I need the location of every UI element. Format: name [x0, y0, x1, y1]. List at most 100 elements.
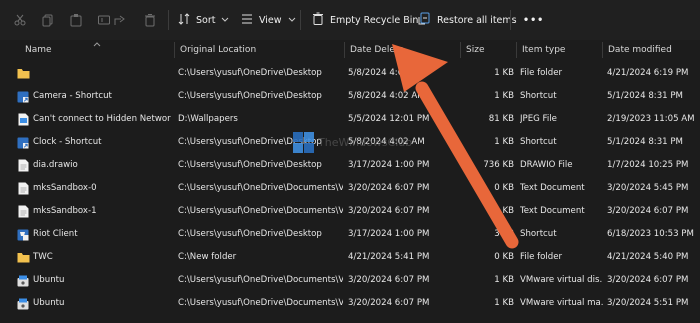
- sort-label: Sort: [196, 14, 216, 26]
- cut-icon[interactable]: [10, 10, 30, 30]
- file-size: 81 KB: [488, 114, 514, 124]
- file-size: 1 KB: [494, 275, 514, 285]
- item-type: Shortcut: [520, 229, 557, 239]
- date-modified: 3/20/2024 6:07 PM: [607, 275, 689, 285]
- file-name: [33, 62, 171, 85]
- table-row[interactable]: mksSandbox-1 C:\Users\yusuf\OneDrive\Docu…: [0, 200, 700, 223]
- original-location: C:\Users\yusuf\OneDrive\Documents\Virt..…: [178, 206, 343, 216]
- file-size: 1 KB: [494, 68, 514, 78]
- document-icon: [16, 200, 30, 223]
- chevron-down-icon: [288, 15, 296, 26]
- empty-recycle-bin-label: Empty Recycle Bin: [330, 14, 419, 26]
- item-type: Shortcut: [520, 91, 557, 101]
- table-row[interactable]: C:\Users\yusuf\OneDrive\Desktop 5/8/2024 …: [0, 62, 700, 85]
- date-modified: 1/7/2024 10:25 PM: [607, 160, 689, 170]
- delete-icon[interactable]: [140, 10, 160, 30]
- column-header-item-type[interactable]: Item type: [516, 40, 602, 60]
- sort-icon: [178, 12, 190, 28]
- sort-button[interactable]: Sort: [178, 9, 229, 31]
- date-modified: 6/18/2023 10:53 PM: [607, 229, 694, 239]
- date-deleted: 4/21/2024 5:41 PM: [348, 252, 430, 262]
- restore-all-items-label: Restore all items: [437, 14, 517, 26]
- file-size: 3 KB: [494, 229, 514, 239]
- column-header-size[interactable]: Size: [460, 40, 516, 60]
- command-bar: Sort View Empty Recycle Bin Restore all …: [0, 0, 700, 41]
- date-modified: 2/19/2023 11:05 AM: [607, 114, 695, 124]
- more-icon: •••: [523, 14, 545, 26]
- table-row[interactable]: Ubuntu C:\Users\yusuf\OneDrive\Documents\…: [0, 269, 700, 292]
- view-label: View: [259, 14, 282, 26]
- file-name: Clock - Shortcut: [33, 137, 102, 147]
- view-icon: [241, 13, 253, 28]
- original-location: C:\New folder: [178, 252, 237, 262]
- item-type: Shortcut: [520, 137, 557, 147]
- empty-recycle-bin-button[interactable]: Empty Recycle Bin: [312, 9, 418, 31]
- item-type: JPEG File: [520, 114, 557, 124]
- date-deleted: 5/8/2024 4:02 AM: [348, 91, 425, 101]
- file-name: Ubuntu: [33, 275, 65, 285]
- folder-icon: [16, 62, 30, 85]
- column-header-row: Name Original Location Date Delete Size …: [0, 40, 700, 60]
- item-type: File folder: [520, 252, 563, 262]
- copy-icon[interactable]: [38, 10, 58, 30]
- file-name: dia.drawio: [33, 160, 78, 170]
- file-name: Can't connect to Hidden Network: [33, 114, 171, 124]
- file-size: 70 KB: [488, 206, 514, 216]
- file-size: 0 KB: [494, 183, 514, 193]
- file-size: 1 KB: [494, 91, 514, 101]
- table-row[interactable]: Can't connect to Hidden Network D:\Wallpa…: [0, 108, 700, 131]
- more-options-button[interactable]: •••: [523, 9, 544, 31]
- original-location: C:\Users\yusuf\OneDrive\Documents\Virt..…: [178, 275, 343, 285]
- original-location: C:\Users\yusuf\OneDrive\Desktop: [178, 229, 322, 239]
- folder-icon: [16, 246, 30, 269]
- riot-client-icon: [16, 223, 30, 246]
- file-size: 1 KB: [494, 137, 514, 147]
- file-name: Camera - Shortcut: [33, 91, 112, 101]
- item-type: Text Document: [520, 183, 585, 193]
- virtual-disk-icon: [16, 269, 30, 292]
- table-row[interactable]: Riot Client C:\Users\yusuf\OneDrive\Deskt…: [0, 223, 700, 246]
- file-name: TWC: [33, 252, 53, 262]
- original-location: C:\Users\yusuf\OneDrive\Desktop: [178, 68, 322, 78]
- table-row[interactable]: Camera - Shortcut C:\Users\yusuf\OneDrive…: [0, 85, 700, 108]
- original-location: C:\Users\yusuf\OneDrive\Desktop: [178, 160, 322, 170]
- date-deleted: 3/17/2024 1:00 PM: [348, 160, 430, 170]
- paste-icon[interactable]: [66, 10, 86, 30]
- column-header-date-deleted[interactable]: Date Delete: [344, 40, 460, 60]
- column-header-date-modified[interactable]: Date modified: [602, 40, 700, 60]
- view-button[interactable]: View: [241, 9, 296, 31]
- date-deleted: 3/20/2024 6:07 PM: [348, 183, 430, 193]
- date-modified: 4/21/2024 5:40 PM: [607, 252, 689, 262]
- file-size: 1 KB: [494, 298, 514, 308]
- file-size: 0 KB: [494, 252, 514, 262]
- original-location: C:\Users\yusuf\OneDrive\Desktop: [178, 91, 322, 101]
- table-row[interactable]: mksSandbox-0 C:\Users\yusuf\OneDrive\Docu…: [0, 177, 700, 200]
- column-header-original-location[interactable]: Original Location: [174, 40, 344, 60]
- date-deleted: 3/20/2024 6:07 PM: [348, 275, 430, 285]
- toolbar-divider: [510, 10, 511, 30]
- item-type: Text Document: [520, 206, 585, 216]
- file-name: mksSandbox-0: [33, 183, 97, 193]
- toolbar-divider: [168, 10, 169, 30]
- date-modified: 3/20/2024 6:07 PM: [607, 206, 689, 216]
- table-row[interactable]: Ubuntu C:\Users\yusuf\OneDrive\Documents\…: [0, 292, 700, 315]
- image-file-icon: [16, 108, 30, 131]
- item-type: VMware virtual ma...: [520, 298, 603, 308]
- virtual-disk-icon: [16, 292, 30, 315]
- original-location: D:\Wallpapers: [178, 114, 238, 124]
- date-modified: 5/1/2024 8:31 PM: [607, 137, 683, 147]
- table-row[interactable]: TWC C:\New folder 4/21/2024 5:41 PM 0 KB Fil…: [0, 246, 700, 269]
- date-modified: 4/21/2024 6:19 PM: [607, 68, 689, 78]
- column-header-name[interactable]: Name: [19, 40, 169, 60]
- item-type: DRAWIO File: [520, 160, 573, 170]
- share-icon[interactable]: [110, 10, 130, 30]
- restore-all-items-button[interactable]: Restore all items: [418, 9, 517, 31]
- watermark: TheWindowsClub: [292, 129, 452, 157]
- recycle-bin-icon: [312, 12, 324, 28]
- date-modified: 5/1/2024 8:31 PM: [607, 91, 683, 101]
- document-icon: [16, 177, 30, 200]
- original-location: C:\Users\yusuf\OneDrive\Documents\Virt..…: [178, 298, 343, 308]
- chevron-down-icon: [221, 15, 229, 26]
- date-modified: 3/20/2024 5:45 PM: [607, 183, 689, 193]
- table-row[interactable]: dia.drawio C:\Users\yusuf\OneDrive\Deskto…: [0, 154, 700, 177]
